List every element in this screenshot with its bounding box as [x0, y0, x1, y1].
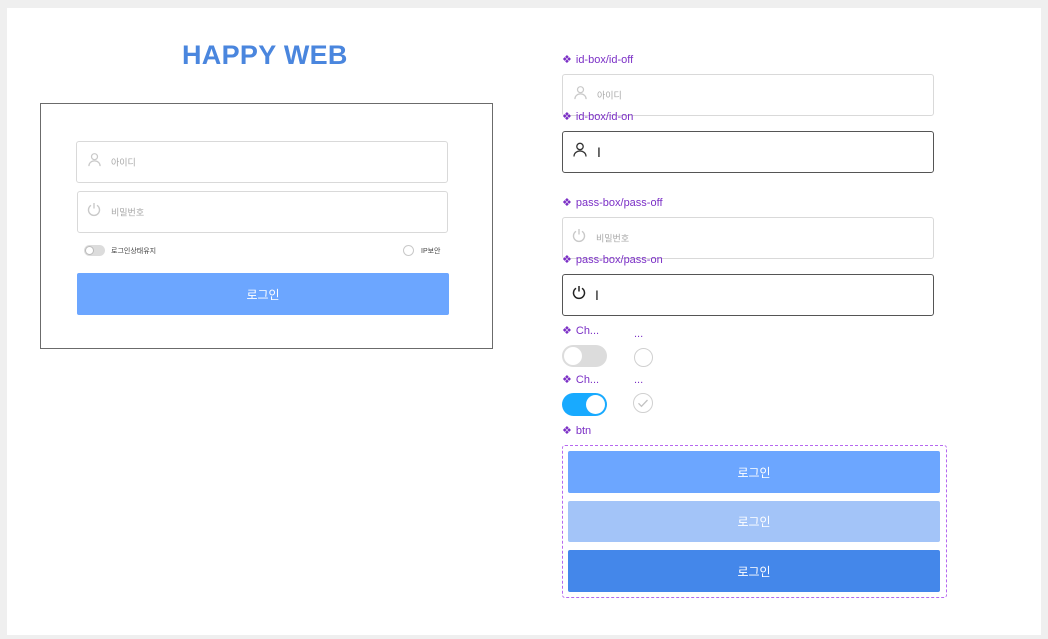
toggle-knob: [586, 395, 605, 414]
component-label-btn: ❖ btn: [562, 424, 592, 438]
component-icon: ❖: [562, 254, 572, 266]
password-input[interactable]: 비밀번호: [77, 191, 448, 233]
component-icon: ❖: [562, 54, 572, 66]
id-on-label-text: id-box/id-on: [575, 110, 634, 123]
ip-security-radio[interactable]: [403, 245, 414, 256]
toggle-knob: [85, 246, 94, 255]
btn-active[interactable]: 로그인: [568, 550, 940, 592]
ip-security-label: IP보안: [421, 248, 441, 255]
btn-label-text: btn: [575, 424, 592, 437]
password-placeholder: 비밀번호: [111, 207, 145, 218]
btn-disabled[interactable]: 로그인: [568, 501, 940, 542]
user-icon: [87, 152, 102, 172]
id-placeholder: 아이디: [111, 157, 136, 168]
check-icon: [638, 399, 648, 408]
btn-default[interactable]: 로그인: [568, 451, 940, 493]
toggle-knob: [564, 347, 582, 365]
component-label-pass-on: ❖ pass-box/pass-on: [562, 253, 663, 267]
login-button[interactable]: 로그인: [77, 273, 449, 315]
radio-on-label: ...: [634, 374, 644, 386]
radio-on[interactable]: [633, 393, 653, 413]
toggle-on[interactable]: [562, 393, 607, 416]
component-label-id-on: ❖ id-box/id-on: [562, 110, 634, 124]
component-label-id-off: ❖ id-box/id-off: [562, 53, 634, 67]
id-on-value: I: [597, 144, 601, 160]
power-icon: [571, 285, 587, 306]
power-icon: [86, 202, 102, 223]
pass-box-on[interactable]: I: [562, 274, 934, 316]
radio-off[interactable]: [634, 348, 653, 367]
keep-login-label: 로그인상태유지: [111, 248, 157, 255]
component-icon: ❖: [562, 111, 572, 123]
pass-off-label-text: pass-box/pass-off: [575, 196, 663, 209]
component-label-check-on: ❖ Ch...: [562, 373, 600, 387]
app-title: HAPPY WEB: [182, 40, 348, 70]
user-icon: [573, 85, 588, 105]
check-off-label-text: Ch...: [575, 324, 600, 337]
toggle-off[interactable]: [562, 345, 607, 367]
id-off-placeholder: 아이디: [597, 90, 622, 101]
component-icon: ❖: [562, 374, 572, 386]
pass-on-value: I: [595, 287, 599, 303]
id-input[interactable]: 아이디: [76, 141, 448, 183]
component-icon: ❖: [562, 197, 572, 209]
pass-on-label-text: pass-box/pass-on: [575, 253, 663, 266]
pass-off-placeholder: 비밀번호: [596, 233, 630, 244]
keep-login-toggle[interactable]: [84, 245, 105, 256]
user-icon: [572, 142, 588, 163]
id-off-label-text: id-box/id-off: [575, 53, 634, 66]
power-icon: [571, 228, 587, 249]
component-icon: ❖: [562, 325, 572, 337]
radio-off-label: ...: [634, 328, 644, 340]
component-label-check-off: ❖ Ch...: [562, 324, 600, 338]
check-on-label-text: Ch...: [575, 373, 600, 386]
component-label-pass-off: ❖ pass-box/pass-off: [562, 196, 663, 210]
id-box-on[interactable]: I: [562, 131, 934, 173]
component-icon: ❖: [562, 425, 572, 437]
